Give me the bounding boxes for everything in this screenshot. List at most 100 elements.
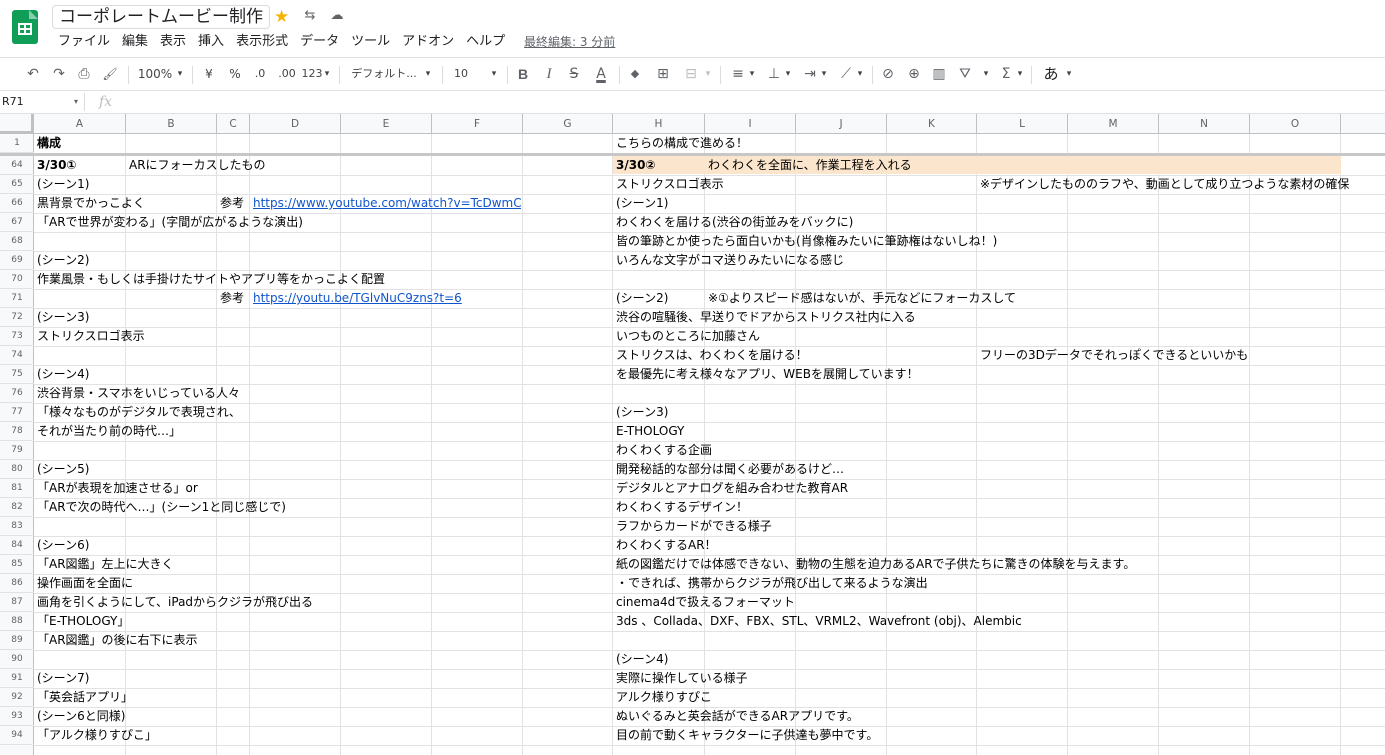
cell-a80[interactable]: (シーン5)	[37, 460, 89, 479]
cell-a89[interactable]: 「AR図鑑」の後に右下に表示	[37, 631, 198, 650]
cell-h80[interactable]: 開発秘話的な部分は聞く必要があるけど…	[616, 460, 844, 479]
font-family-select[interactable]: デフォルト...	[348, 60, 420, 88]
last-edit-link[interactable]: 最終編集: 3 分前	[524, 33, 615, 51]
decrease-decimal-button[interactable]: .0	[250, 60, 270, 88]
row-header-83[interactable]: 83	[0, 517, 34, 536]
column-header-a[interactable]: A	[34, 114, 126, 134]
cell-b64[interactable]: ARにフォーカスしたもの	[129, 156, 266, 175]
cell-a82[interactable]: 「ARで次の時代へ…」(シーン1と同じ感じで)	[37, 498, 286, 517]
borders-icon[interactable]: ⊞	[653, 60, 673, 88]
cell-h91[interactable]: 実際に操作している様子	[616, 669, 748, 688]
cell-a78[interactable]: それが当たり前の時代…」	[37, 422, 181, 441]
cell-h73[interactable]: いつものところに加藤さん	[616, 327, 760, 346]
functions-icon[interactable]: Σ	[997, 60, 1015, 88]
row-header-91[interactable]: 91	[0, 669, 34, 688]
undo-icon[interactable]: ↶	[22, 60, 44, 88]
cell-a67[interactable]: 「ARで世界が変わる」(字間が広がるような演出)	[37, 213, 303, 232]
chevron-down-icon[interactable]: ▾	[746, 60, 758, 88]
chevron-down-icon[interactable]: ▾	[980, 60, 992, 88]
redo-icon[interactable]: ↷	[48, 60, 70, 88]
row-header-73[interactable]: 73	[0, 327, 34, 346]
bold-button[interactable]: B	[514, 60, 532, 88]
column-header-n[interactable]: N	[1159, 114, 1250, 134]
horizontal-align-icon[interactable]: ≡	[729, 60, 747, 88]
input-tools-button[interactable]: あ	[1040, 60, 1062, 88]
row-header-74[interactable]: 74	[0, 346, 34, 365]
chevron-down-icon[interactable]: ▾	[1014, 60, 1026, 88]
insert-link-icon[interactable]: ⊘	[879, 60, 897, 88]
merge-cells-icon[interactable]: ⊟	[681, 60, 701, 88]
row-header-71[interactable]: 71	[0, 289, 34, 308]
cell-a87[interactable]: 画角を引くようにして、iPadからクジラが飛び出る	[37, 593, 313, 612]
cell-h92[interactable]: アルク様りすぴこ	[616, 688, 712, 707]
column-header-c[interactable]: C	[217, 114, 250, 134]
cell-h79[interactable]: わくわくする企画	[616, 441, 712, 460]
row-header-72[interactable]: 72	[0, 308, 34, 327]
cell-h67[interactable]: わくわくを届ける(渋谷の街並みをバックに)	[616, 213, 853, 232]
menu-item-6[interactable]: ツール	[345, 33, 396, 51]
chevron-down-icon[interactable]: ▾	[818, 60, 830, 88]
row-header-89[interactable]: 89	[0, 631, 34, 650]
insert-chart-icon[interactable]: ▥	[930, 60, 948, 88]
strikethrough-button[interactable]: S	[565, 60, 583, 88]
zoom-select[interactable]: 100%	[135, 60, 175, 88]
cell-a77[interactable]: 「様々なものがデジタルで表現され、	[37, 403, 241, 422]
menu-item-0[interactable]: ファイル	[52, 33, 116, 51]
currency-format-button[interactable]: ¥	[200, 60, 218, 88]
fill-color-icon[interactable]: ◆	[626, 60, 644, 88]
menu-item-5[interactable]: データ	[294, 33, 345, 51]
row-header-1[interactable]: 1	[0, 134, 34, 153]
cell-h87[interactable]: cinema4dで扱えるフォーマット	[616, 593, 795, 612]
column-header-h[interactable]: H	[613, 114, 705, 134]
cell-h65[interactable]: ストリクスロゴ表示	[616, 175, 724, 194]
column-header-d[interactable]: D	[250, 114, 341, 134]
more-formats-button[interactable]: 123	[301, 60, 323, 88]
cell-l74[interactable]: フリーの3Dデータでそれっぽくできるといいかも	[980, 346, 1248, 365]
cell-i71[interactable]: ※①よりスピード感はないが、手元などにフォーカスして	[708, 289, 1016, 308]
cell-h1[interactable]: こちらの構成で進める！	[616, 134, 748, 153]
column-header-b[interactable]: B	[126, 114, 217, 134]
menu-item-2[interactable]: 表示	[154, 33, 192, 51]
menu-item-8[interactable]: ヘルプ	[460, 33, 511, 51]
sheets-logo-icon[interactable]	[12, 10, 38, 44]
increase-decimal-button[interactable]: .00	[276, 60, 298, 88]
row-header-90[interactable]: 90	[0, 650, 34, 669]
cell-a93[interactable]: (シーン6と同様)	[37, 707, 125, 726]
cell-h72[interactable]: 渋谷の喧騒後、早送りでドアからストリクス社内に入る	[616, 308, 916, 327]
cell-h77[interactable]: (シーン3)	[616, 403, 668, 422]
italic-button[interactable]: I	[540, 60, 558, 88]
cell-a72[interactable]: (シーン3)	[37, 308, 89, 327]
cell-c71[interactable]: 参考	[220, 289, 244, 308]
row-header-87[interactable]: 87	[0, 593, 34, 612]
cell-a75[interactable]: (シーン4)	[37, 365, 89, 384]
paint-format-icon[interactable]: 🖌	[99, 60, 121, 88]
column-header-o[interactable]: O	[1250, 114, 1341, 134]
cell-h81[interactable]: デジタルとアナログを組み合わせた教育AR	[616, 479, 848, 498]
cell-h85[interactable]: 紙の図鑑だけでは体感できない、動物の生態を迫力あるARで子供たちに驚きの体験を与…	[616, 555, 1135, 574]
cell-h64[interactable]: 3/30②	[616, 156, 656, 175]
vertical-align-icon[interactable]: ⊥	[765, 60, 783, 88]
cell-h75[interactable]: を最優先に考え様々なアプリ、WEBを展開しています！	[616, 365, 919, 384]
cloud-status-icon[interactable]: ☁	[329, 9, 345, 23]
cell-d66[interactable]: https://www.youtube.com/watch?v=TcDwmC4x…	[253, 194, 521, 213]
cell-h69[interactable]: いろんな文字がコマ送りみたいになる感じ	[616, 251, 844, 270]
cell-h93[interactable]: ぬいぐるみと英会話ができるARアプリです。	[616, 707, 859, 726]
cell-a86[interactable]: 操作画面を全面に	[37, 574, 133, 593]
row-header-79[interactable]: 79	[0, 441, 34, 460]
row-header-65[interactable]: 65	[0, 175, 34, 194]
cell-a92[interactable]: 「英会話アプリ」	[37, 688, 133, 707]
row-header-66[interactable]: 66	[0, 194, 34, 213]
column-header-j[interactable]: J	[796, 114, 887, 134]
row-header-75[interactable]: 75	[0, 365, 34, 384]
cell-a84[interactable]: (シーン6)	[37, 536, 89, 555]
document-title[interactable]: コーポレートムービー制作	[52, 5, 270, 29]
cell-a94[interactable]: 「アルク様りすぴこ」	[37, 726, 157, 745]
cell-h84[interactable]: わくわくするAR！	[616, 536, 717, 555]
row-header-76[interactable]: 76	[0, 384, 34, 403]
chevron-down-icon[interactable]: ▾	[854, 60, 866, 88]
chevron-down-icon[interactable]: ▾	[702, 60, 714, 88]
row-header-64[interactable]: 64	[0, 156, 34, 175]
column-header-m[interactable]: M	[1068, 114, 1159, 134]
cell-a73[interactable]: ストリクスロゴ表示	[37, 327, 145, 346]
cell-d71[interactable]: https://youtu.be/TGlvNuC9zns?t=6	[253, 289, 521, 308]
